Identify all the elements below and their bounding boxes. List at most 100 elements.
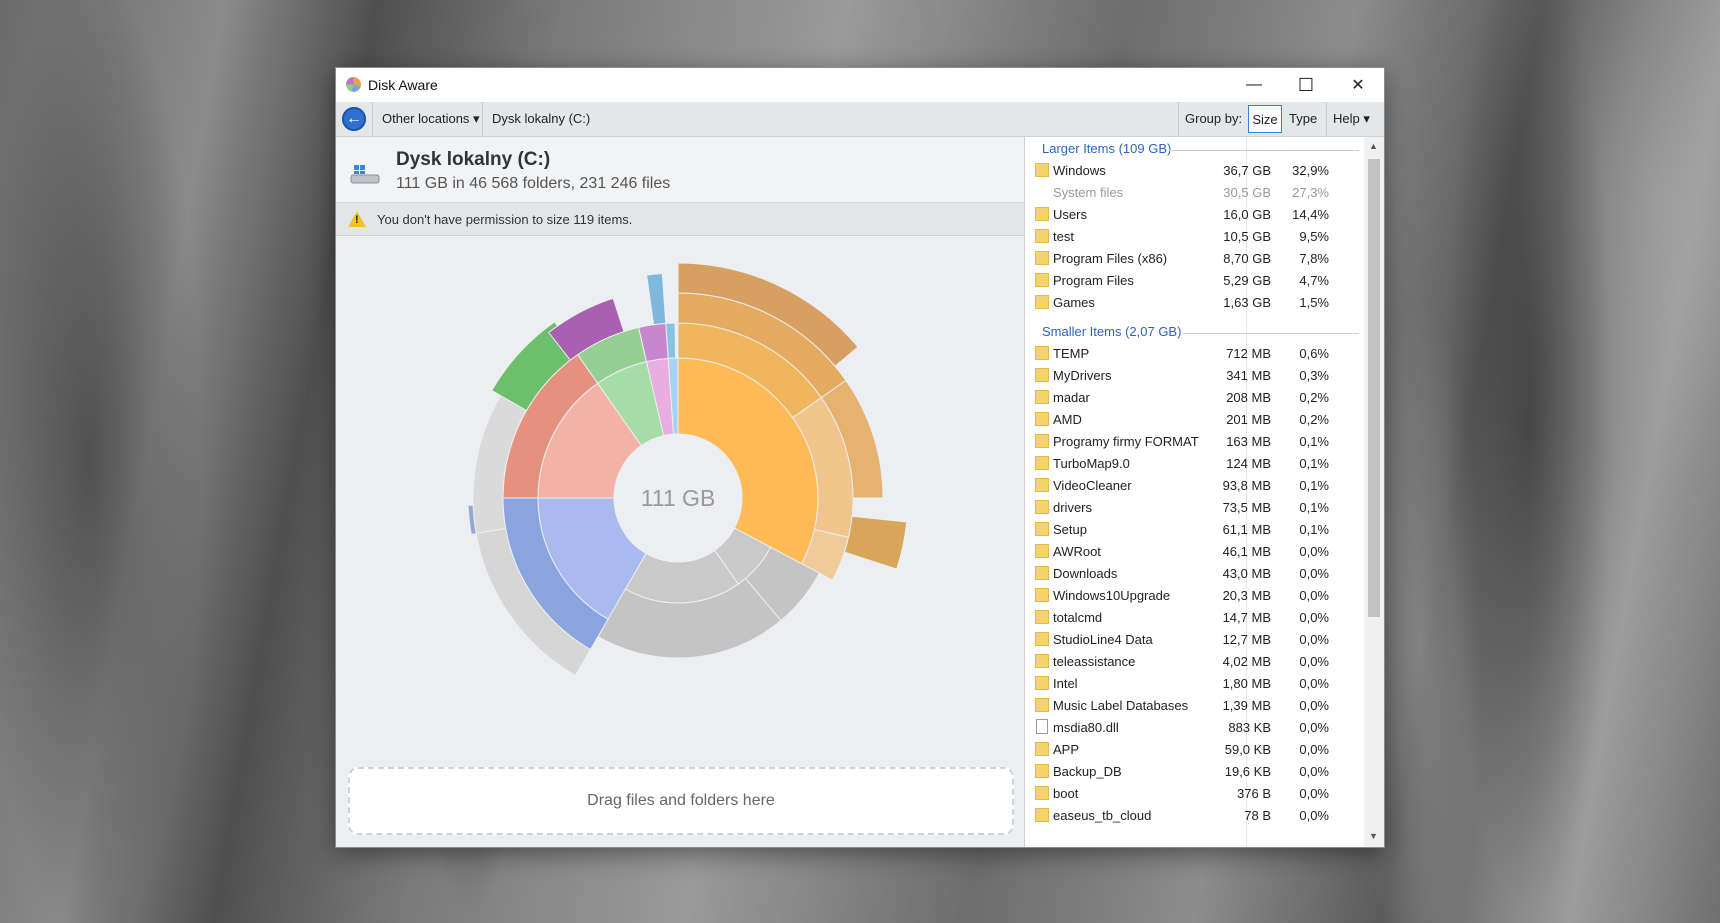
item-percent: 32,9% <box>1292 163 1329 178</box>
sunburst-segment[interactable] <box>646 273 667 326</box>
item-percent: 14,4% <box>1292 207 1329 222</box>
item-size: 124 MB <box>1226 456 1271 471</box>
item-name: MyDrivers <box>1053 368 1112 383</box>
list-item[interactable]: Windows 36,7 GB 32,9% <box>1025 159 1364 181</box>
folder-icon <box>1035 434 1049 448</box>
item-name: Downloads <box>1053 566 1118 581</box>
scroll-down-icon[interactable]: ▼ <box>1369 831 1378 841</box>
larger-items-header[interactable]: Larger Items (109 GB) <box>1042 141 1171 156</box>
list-item[interactable]: boot 376 B 0,0% <box>1025 782 1364 804</box>
item-size: 59,0 KB <box>1224 742 1271 757</box>
group-by-size-button[interactable]: Size <box>1248 105 1282 133</box>
item-name: msdia80.dll <box>1053 720 1119 735</box>
item-size: 30,5 GB <box>1223 185 1271 200</box>
item-name: drivers <box>1053 500 1093 515</box>
item-size: 201 MB <box>1226 412 1271 427</box>
warning-text: You don't have permission to size 119 it… <box>377 212 633 227</box>
smaller-items-header[interactable]: Smaller Items (2,07 GB) <box>1042 324 1181 339</box>
maximize-button[interactable]: ☐ <box>1280 68 1332 102</box>
size-option-label: Size <box>1252 111 1278 127</box>
item-size: 712 MB <box>1226 346 1271 361</box>
toolbar-divider <box>1178 102 1179 136</box>
item-percent: 0,6% <box>1299 346 1329 361</box>
item-name: Users <box>1053 207 1087 222</box>
list-item[interactable]: Program Files (x86) 8,70 GB 7,8% <box>1025 247 1364 269</box>
list-item[interactable]: msdia80.dll 883 KB 0,0% <box>1025 716 1364 738</box>
toolbar-divider <box>482 102 483 136</box>
list-item[interactable]: Programy firmy FORMAT 163 MB 0,1% <box>1025 430 1364 452</box>
list-item[interactable]: Program Files 5,29 GB 4,7% <box>1025 269 1364 291</box>
item-percent: 0,0% <box>1299 808 1329 823</box>
item-name: totalcmd <box>1053 610 1103 625</box>
folder-icon <box>1035 522 1049 536</box>
sunburst-segment[interactable] <box>843 515 908 570</box>
list-item[interactable]: AMD 201 MB 0,2% <box>1025 408 1364 430</box>
item-name: StudioLine4 Data <box>1053 632 1153 647</box>
chart-center-label: 111 GB <box>641 485 716 511</box>
list-item[interactable]: teleassistance 4,02 MB 0,0% <box>1025 650 1364 672</box>
list-item[interactable]: TEMP 712 MB 0,6% <box>1025 342 1364 364</box>
folder-icon <box>1035 698 1049 712</box>
scrollbar-thumb[interactable] <box>1368 159 1380 617</box>
folder-icon <box>1035 163 1049 177</box>
item-name: AMD <box>1053 412 1082 427</box>
scroll-up-icon[interactable]: ▲ <box>1369 141 1378 151</box>
list-item[interactable]: totalcmd 14,7 MB 0,0% <box>1025 606 1364 628</box>
folder-icon <box>1035 273 1049 287</box>
list-item[interactable]: Games 1,63 GB 1,5% <box>1025 291 1364 313</box>
item-size: 208 MB <box>1226 390 1271 405</box>
group-divider <box>1183 333 1359 334</box>
item-size: 5,29 GB <box>1223 273 1271 288</box>
list-item[interactable]: Users 16,0 GB 14,4% <box>1025 203 1364 225</box>
list-item[interactable]: TurboMap9.0 124 MB 0,1% <box>1025 452 1364 474</box>
list-item[interactable]: System files 30,5 GB 27,3% <box>1025 181 1364 203</box>
list-item[interactable]: APP 59,0 KB 0,0% <box>1025 738 1364 760</box>
item-name: AWRoot <box>1053 544 1101 559</box>
item-percent: 0,0% <box>1299 764 1329 779</box>
other-locations-menu[interactable]: Other locations ▾ <box>382 111 480 127</box>
drive-title: Dysk lokalny (C:) <box>396 149 551 170</box>
list-item[interactable]: Setup 61,1 MB 0,1% <box>1025 518 1364 540</box>
help-menu[interactable]: Help ▾ <box>1333 111 1370 127</box>
folder-icon <box>1035 368 1049 382</box>
list-item[interactable]: VideoCleaner 93,8 MB 0,1% <box>1025 474 1364 496</box>
minimize-button[interactable]: — <box>1228 68 1280 102</box>
list-item[interactable]: test 10,5 GB 9,5% <box>1025 225 1364 247</box>
item-percent: 0,0% <box>1299 698 1329 713</box>
group-by-type-button[interactable]: Type <box>1289 111 1317 126</box>
sunburst-chart[interactable]: 111 GB <box>336 234 1024 714</box>
list-item[interactable]: drivers 73,5 MB 0,1% <box>1025 496 1364 518</box>
list-item[interactable]: MyDrivers 341 MB 0,3% <box>1025 364 1364 386</box>
list-item[interactable]: easeus_tb_cloud 78 B 0,0% <box>1025 804 1364 826</box>
item-size: 61,1 MB <box>1222 522 1271 537</box>
folder-icon <box>1035 478 1049 492</box>
list-item[interactable]: StudioLine4 Data 12,7 MB 0,0% <box>1025 628 1364 650</box>
item-name: Program Files (x86) <box>1053 251 1168 266</box>
back-button[interactable]: ← <box>342 107 366 131</box>
item-name: teleassistance <box>1053 654 1136 669</box>
item-size: 36,7 GB <box>1223 163 1271 178</box>
list-item[interactable]: Intel 1,80 MB 0,0% <box>1025 672 1364 694</box>
list-scrollbar[interactable]: ▲ ▼ <box>1364 137 1384 847</box>
list-item[interactable]: Windows10Upgrade 20,3 MB 0,0% <box>1025 584 1364 606</box>
breadcrumb-drive[interactable]: Dysk lokalny (C:) <box>492 111 590 126</box>
item-percent: 0,0% <box>1299 654 1329 669</box>
toolbar-divider <box>372 102 373 136</box>
close-button[interactable]: ✕ <box>1332 68 1384 102</box>
list-item[interactable]: Music Label Databases 1,39 MB 0,0% <box>1025 694 1364 716</box>
item-size: 20,3 MB <box>1222 588 1271 603</box>
drop-zone[interactable]: Drag files and folders here <box>348 767 1014 835</box>
list-item[interactable]: Downloads 43,0 MB 0,0% <box>1025 562 1364 584</box>
folder-icon <box>1035 588 1049 602</box>
window-title: Disk Aware <box>368 77 438 93</box>
item-size: 46,1 MB <box>1222 544 1271 559</box>
list-item[interactable]: Backup_DB 19,6 KB 0,0% <box>1025 760 1364 782</box>
list-item[interactable]: AWRoot 46,1 MB 0,0% <box>1025 540 1364 562</box>
item-name: test <box>1053 229 1074 244</box>
item-size: 1,80 MB <box>1222 676 1271 691</box>
group-by-label: Group by: <box>1185 111 1243 126</box>
item-name: Music Label Databases <box>1053 698 1189 713</box>
item-size: 93,8 MB <box>1222 478 1271 493</box>
item-size: 1,39 MB <box>1222 698 1271 713</box>
list-item[interactable]: madar 208 MB 0,2% <box>1025 386 1364 408</box>
